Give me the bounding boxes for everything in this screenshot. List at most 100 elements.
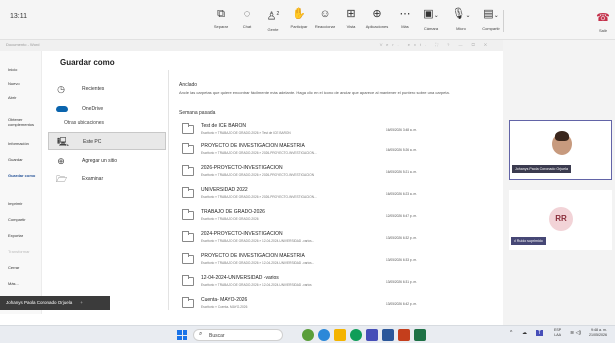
add-icon[interactable]: +	[80, 300, 83, 305]
taskbar-search[interactable]: ⌕ Buscar	[193, 329, 283, 341]
folder-icon	[182, 231, 194, 242]
location-browse[interactable]: 🗁 Examinar	[48, 170, 166, 188]
windows-logo-pane	[177, 335, 182, 340]
meeting-timer: 13:11	[10, 13, 27, 20]
folder-icon	[182, 143, 194, 154]
more-button[interactable]: ⋯ Más	[392, 6, 418, 36]
participant-initials-avatar: RR	[549, 207, 573, 231]
cloud-icon[interactable]: ☁	[522, 330, 527, 336]
chat-button[interactable]: ◌ Chat	[234, 6, 260, 36]
nav-imprimir[interactable]: Imprimir	[8, 201, 22, 206]
nav-nuevo[interactable]: Nuevo	[8, 81, 20, 86]
chat-icon: ◌	[243, 8, 251, 20]
nav-exportar[interactable]: Exportar	[8, 233, 23, 238]
nav-informacion[interactable]: Información	[8, 141, 29, 146]
nav-guardar-como[interactable]: Guardar como	[8, 173, 35, 178]
mic-button[interactable]: 🎙⌄ Micro	[448, 6, 474, 36]
tray-chevron-icon[interactable]: ^	[510, 330, 512, 336]
presenter-name-tag: Johanys Paola Coronado Orjuela +	[0, 296, 110, 310]
start-button[interactable]	[177, 330, 187, 340]
folder-row[interactable]: TRABAJO DE GRADO-2026 Escritorio » TRABA…	[178, 206, 488, 226]
folder-open-icon: 🗁	[56, 174, 68, 184]
teams-icon[interactable]	[366, 329, 378, 341]
widgets-icon[interactable]	[302, 329, 314, 341]
folder-row[interactable]: UNIVERSIDAD 2022 Escritorio » TRABAJO DE…	[178, 184, 488, 204]
participant-name: Johanys Paola Coronado Orjuela	[512, 165, 571, 173]
nav-transformar[interactable]: Transformar	[8, 249, 30, 254]
camera-button[interactable]: ▣⌄ Cámara	[418, 6, 444, 36]
participant-tile[interactable]: Johanys Paola Coronado Orjuela	[509, 120, 612, 180]
folder-icon	[182, 187, 194, 198]
noise-suppressed-badge: ıl Ruido suprimido	[511, 237, 546, 245]
nav-complementos[interactable]: Obtener complementos	[8, 117, 40, 127]
globe-icon: ⊕	[57, 156, 65, 166]
meeting-toolbar: 13:11 ⧉ Separar ◌ Chat ♙2 Gente ✋ Partic…	[0, 0, 615, 40]
raise-hand-button[interactable]: ✋ Participar	[286, 6, 312, 36]
file-explorer-icon[interactable]	[334, 329, 346, 341]
folder-row[interactable]: 2024-PROYECTO-INVESTIGACION Escritorio »…	[178, 228, 488, 248]
share-screen-icon: ⧉	[217, 8, 225, 20]
apps-button[interactable]: ⊕ Aplicaciones	[364, 6, 390, 36]
nav-abrir[interactable]: Abrir	[8, 95, 16, 100]
taskbar-clock[interactable]: 9:48 a. m. 21/05/2026	[589, 328, 607, 338]
windows-logo-icon	[177, 330, 182, 335]
pinned-description: Ancle las carpetas que quiere encontrar …	[179, 90, 450, 95]
word-titlebar: Documento - Word Ver. ext. ⛶ ? — ▢ ✕	[0, 40, 503, 51]
view-button[interactable]: ⊞ Vista	[338, 6, 364, 36]
powerpoint-icon[interactable]	[398, 329, 410, 341]
search-icon: ⌕	[199, 331, 203, 337]
nav-mas[interactable]: Más...	[8, 281, 19, 286]
windows-taskbar: ⌕ Buscar ^ ☁ T ESP LAA ≋ ◁) 9:48 a. m. 2…	[0, 325, 615, 343]
windows-logo-pane	[182, 330, 187, 335]
word-icon[interactable]	[382, 329, 394, 341]
nav-guardar[interactable]: Guardar	[8, 157, 23, 162]
folder-icon	[182, 275, 194, 286]
nav-compartir[interactable]: Compartir	[8, 217, 26, 222]
browser-icon[interactable]	[350, 329, 362, 341]
people-count: 2	[276, 11, 280, 17]
react-icon: ☺	[319, 8, 331, 20]
tray-teams-icon[interactable]: T	[536, 330, 544, 336]
people-button[interactable]: ♙2 Gente	[260, 6, 286, 36]
chrome-icon[interactable]	[318, 329, 330, 341]
location-onedrive[interactable]: OneDrive	[48, 100, 166, 118]
leave-button[interactable]: ☎ Salir	[594, 8, 612, 34]
participant-tile[interactable]: RR ıl Ruido suprimido	[509, 190, 612, 250]
computer-icon: 🖳	[57, 137, 70, 147]
apps-icon: ⊕	[372, 8, 382, 20]
phone-hangup-icon: ☎	[596, 12, 610, 24]
save-as-heading: Guardar como	[60, 58, 115, 67]
present-icon: ▤⌄	[483, 8, 499, 20]
language-indicator[interactable]: ESP LAA	[554, 328, 561, 338]
onedrive-cloud-icon	[56, 106, 68, 112]
location-this-pc[interactable]: 🖳 Este PC	[48, 132, 166, 150]
raise-hand-icon: ✋	[292, 8, 306, 20]
present-button[interactable]: ▤⌄ Compartir	[478, 6, 504, 36]
other-locations-label: Otras ubicaciones	[64, 120, 105, 126]
nav-inicio[interactable]: Inicio	[8, 67, 17, 72]
more-icon: ⋯	[399, 8, 411, 20]
folder-row[interactable]: PROYECTO DE INVESTIGACION MAESTRIA Escri…	[178, 250, 488, 270]
participants-panel: Johanys Paola Coronado Orjuela RR ıl Rui…	[506, 40, 615, 325]
excel-icon[interactable]	[414, 329, 426, 341]
participant-photo	[552, 131, 572, 155]
folder-row[interactable]: Cuenta- MAYO-2026 Escritorio » Cuenta- M…	[178, 294, 488, 314]
location-add-place[interactable]: ⊕ Agregar un sitio	[48, 152, 166, 170]
folder-row[interactable]: PROYECTO DE INVESTIGACION MAESTRIA Escri…	[178, 140, 488, 160]
view-icon: ⊞	[346, 8, 356, 20]
folder-icon	[182, 123, 194, 134]
wifi-volume-icon[interactable]: ≋ ◁)	[570, 330, 581, 336]
window-controls[interactable]: Ver. ext. ⛶ ? — ▢ ✕	[380, 42, 491, 47]
folder-row[interactable]: Test de ICE BARON Escritorio » TRABAJO D…	[178, 120, 488, 140]
folder-icon	[182, 297, 194, 308]
nav-cerrar[interactable]: Cerrar	[8, 265, 19, 270]
folder-icon	[182, 165, 194, 176]
mic-icon: 🎙⌄	[451, 8, 471, 20]
folder-row[interactable]: 2026-PROYECTO-INVESTIGACION Escritorio »…	[178, 162, 488, 182]
share-button[interactable]: ⧉ Separar	[208, 6, 234, 36]
folder-icon	[182, 253, 194, 264]
location-recent[interactable]: ◷ Recientes	[48, 80, 166, 98]
folder-row[interactable]: 12-04-2024-UNIVERSIDAD -varios Escritori…	[178, 272, 488, 292]
react-button[interactable]: ☺ Reaccionar	[312, 6, 338, 36]
windows-logo-pane	[182, 335, 187, 340]
